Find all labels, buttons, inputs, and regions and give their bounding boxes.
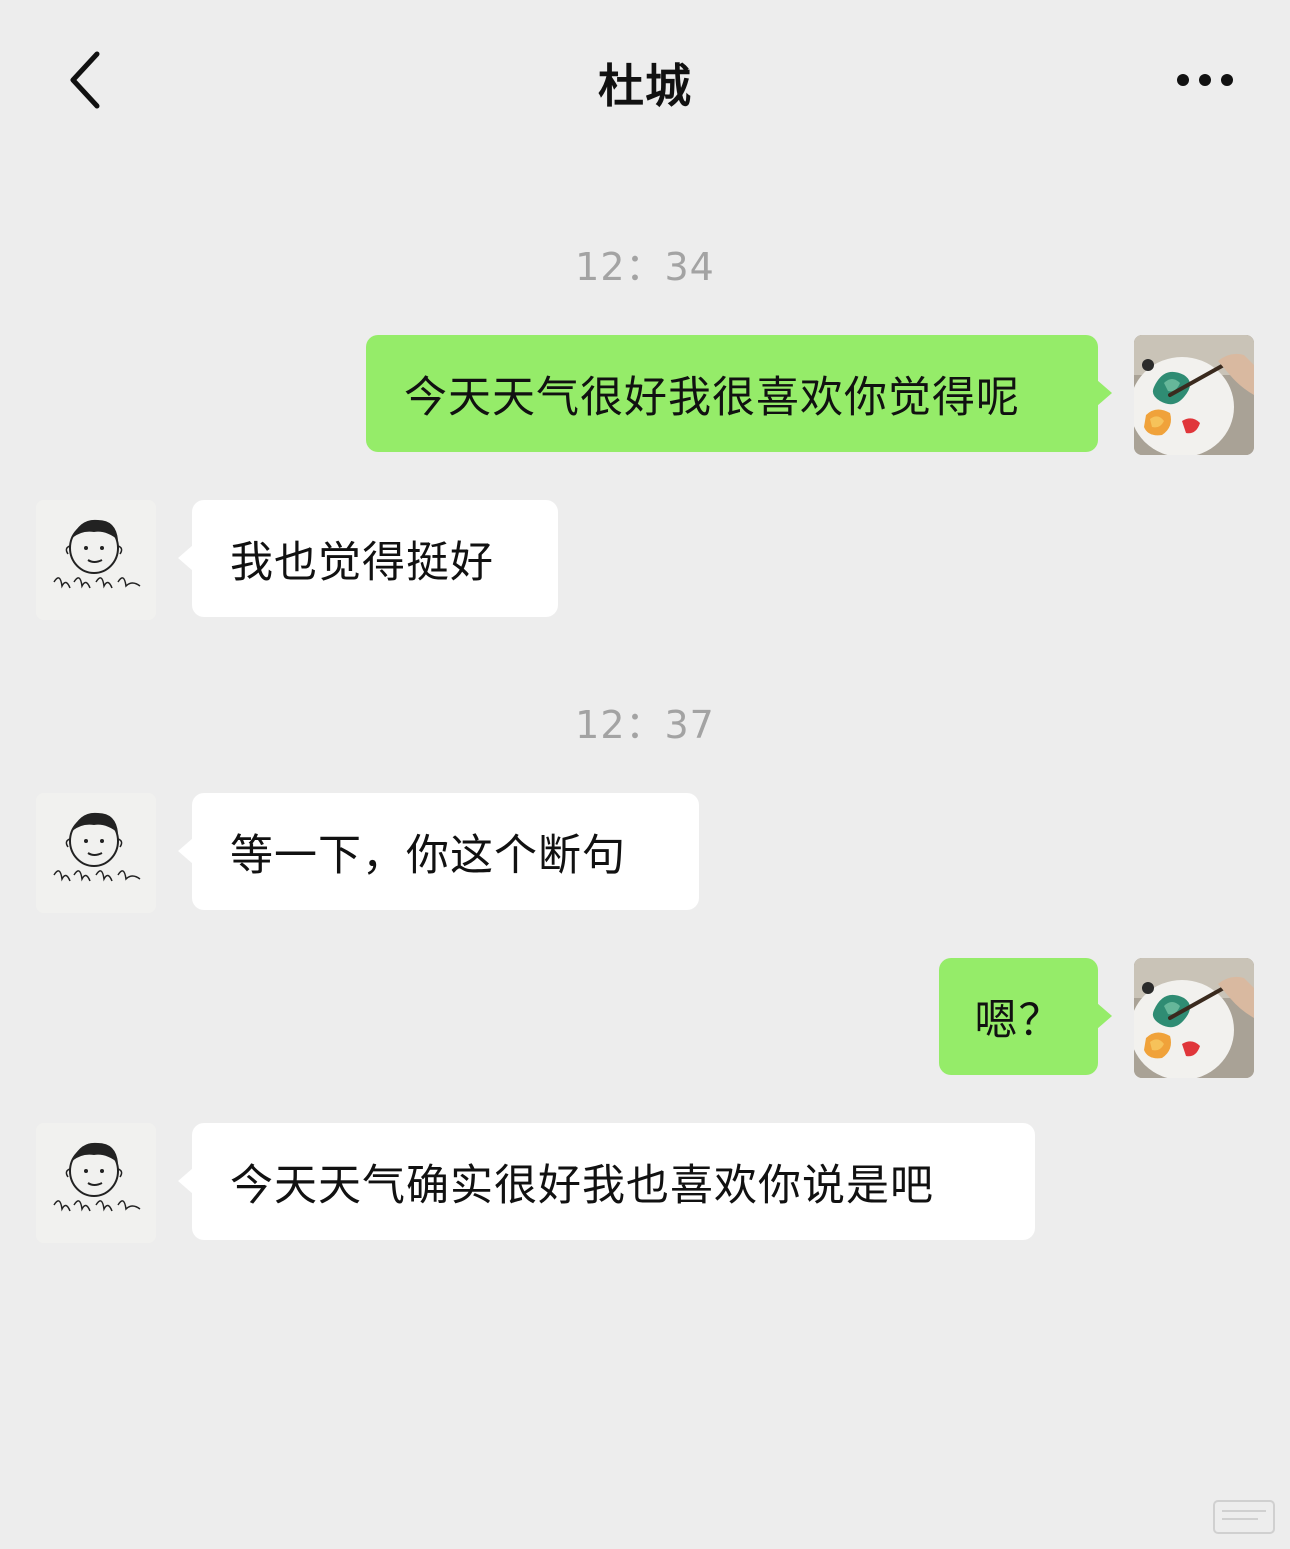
cartoon-face-sketch-avatar	[36, 500, 156, 620]
message-text: 嗯？	[974, 995, 1063, 1046]
cartoon-face-sketch-avatar	[36, 1123, 156, 1243]
timestamp: 12：34	[575, 245, 715, 289]
more-options-button[interactable]	[1160, 55, 1250, 105]
message-bubble-incoming[interactable]: 等一下，你这个断句	[178, 793, 699, 910]
timestamp: 12：37	[575, 703, 715, 747]
painting-palette-photo-avatar	[1134, 958, 1254, 1078]
message-text: 今天天气很好我很喜欢你觉得呢	[404, 372, 1020, 423]
message-text: 等一下，你这个断句	[230, 830, 626, 881]
chat-title: 杜城	[598, 59, 692, 113]
message-bubble-incoming[interactable]: 我也觉得挺好	[178, 500, 558, 617]
chat-header: 杜城	[0, 0, 1290, 160]
chat-screen: 杜城 12：34 今天天气很好我很喜欢你觉得呢 我也觉得挺好 12：37 等一下…	[0, 0, 1290, 1549]
self-avatar[interactable]	[1134, 958, 1254, 1078]
painting-palette-photo-avatar	[1134, 335, 1254, 455]
message-bubble-incoming[interactable]: 今天天气确实很好我也喜欢你说是吧	[178, 1123, 1035, 1240]
cartoon-face-sketch-avatar	[36, 793, 156, 913]
message-bubble-outgoing[interactable]: 嗯？	[939, 958, 1112, 1075]
contact-avatar[interactable]	[36, 1123, 156, 1243]
self-avatar[interactable]	[1134, 335, 1254, 455]
ellipsis-icon	[1177, 74, 1233, 86]
message-text: 我也觉得挺好	[230, 537, 494, 588]
message-text: 今天天气确实很好我也喜欢你说是吧	[230, 1160, 934, 1211]
contact-avatar[interactable]	[36, 500, 156, 620]
contact-avatar[interactable]	[36, 793, 156, 913]
watermark-icon	[1213, 1500, 1275, 1534]
message-bubble-outgoing[interactable]: 今天天气很好我很喜欢你觉得呢	[366, 335, 1112, 452]
